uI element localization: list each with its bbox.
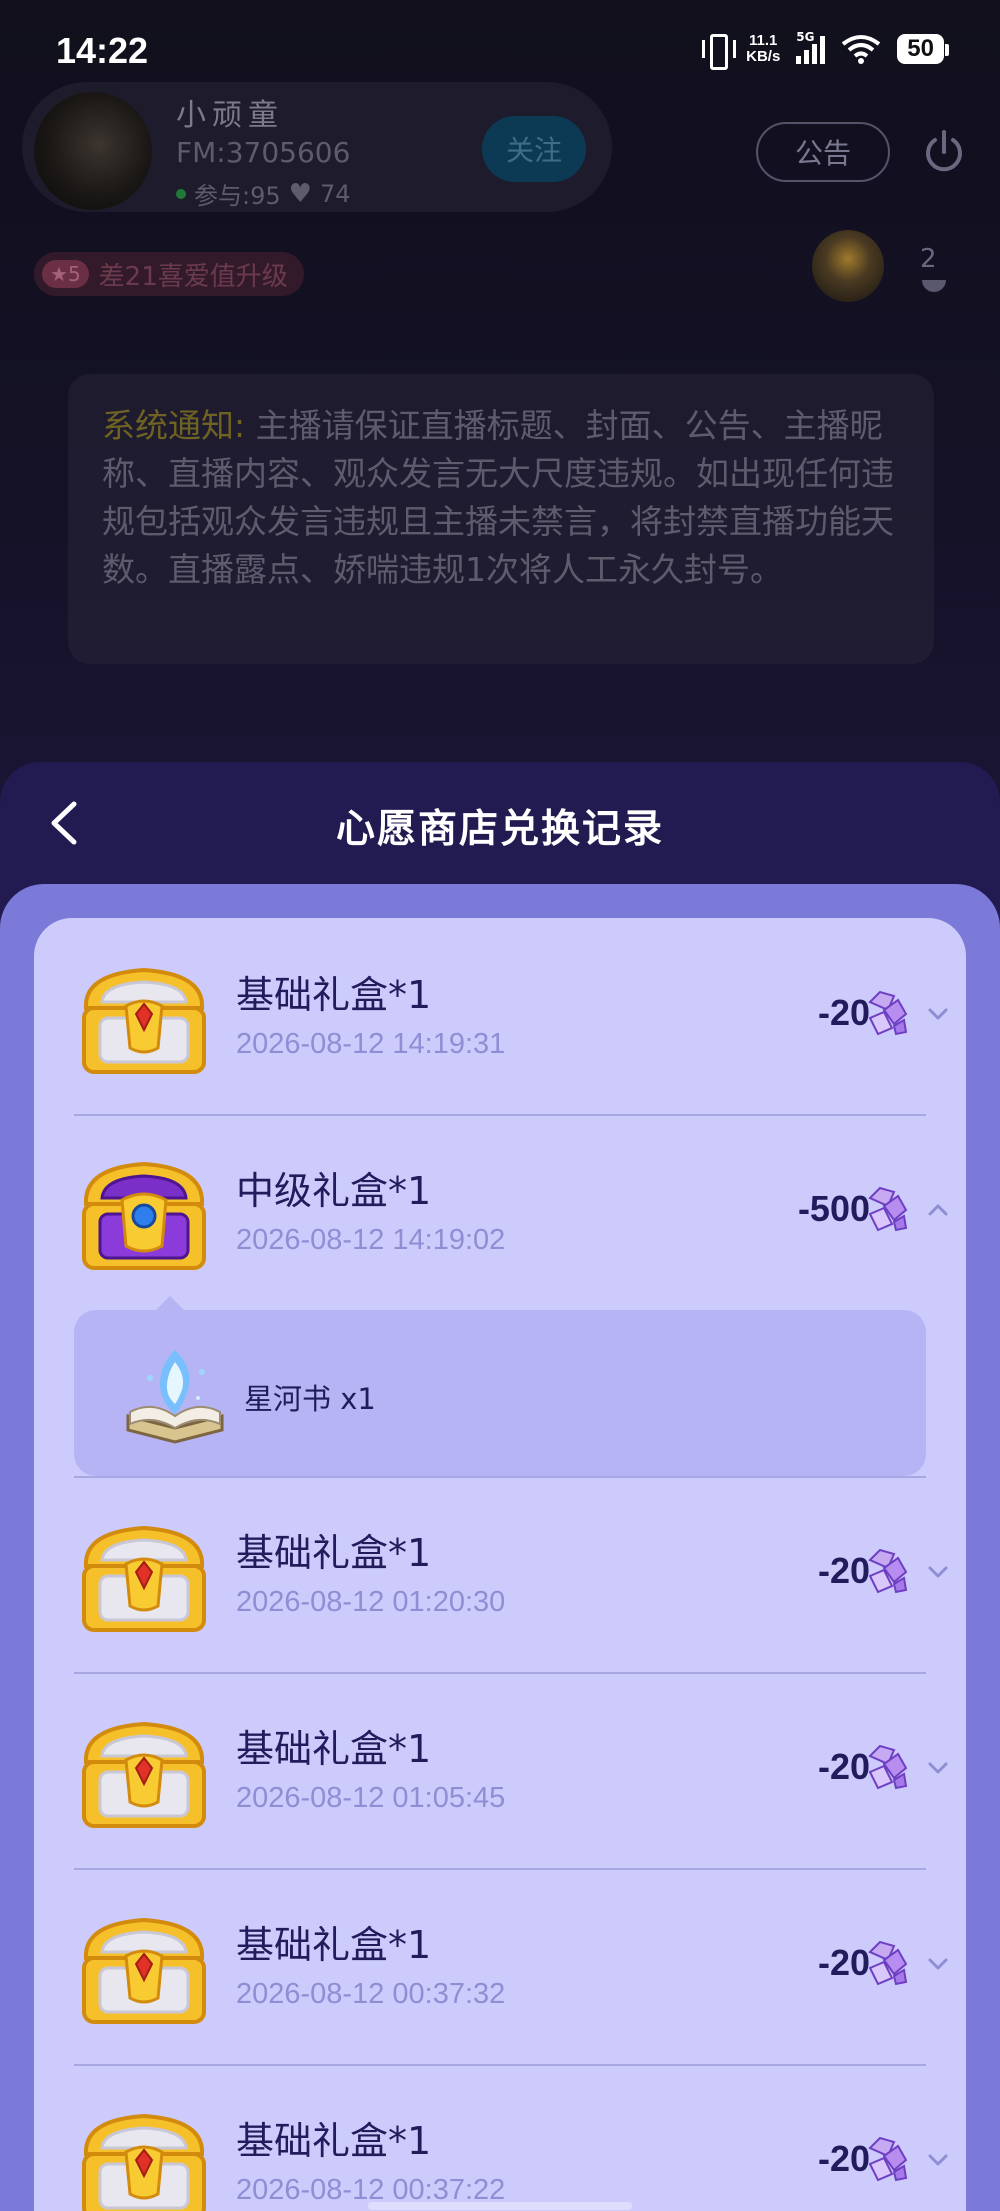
record-name: 基础礼盒*1 (236, 1531, 432, 1575)
online-dot-icon (176, 188, 186, 199)
exchange-records-sheet: 心愿商店兑换记录 基础礼盒*1 2026-08-12 14:19:31 -20 中级… (0, 762, 1000, 2211)
host-fm-id: FM:3705606 (176, 136, 351, 169)
record-time: 2026-08-12 14:19:02 (236, 1224, 506, 1256)
participants-count: 参与:95 (194, 182, 281, 210)
record-detail-panel: 星河书 x1 (74, 1296, 926, 1476)
gold-chest-icon (82, 1917, 206, 2024)
home-indicator[interactable] (368, 2202, 632, 2210)
gold-chest-icon (82, 1525, 206, 1632)
exchange-record[interactable]: 基础礼盒*1 2026-08-12 00:37:22 -20 (34, 2064, 966, 2211)
sheet-title: 心愿商店兑换记录 (335, 807, 664, 852)
record-name: 基础礼盒*1 (236, 1727, 432, 1771)
record-name: 基础礼盒*1 (236, 2119, 432, 2163)
level-number: 5 (67, 262, 81, 286)
system-notice: 系统通知: 主播请保证直播标题、封面、公告、主播昵称、直播内容、观众发言无大尺度… (68, 374, 934, 664)
signal-icon: 5G (796, 30, 826, 64)
exchange-record[interactable]: 中级礼盒*1 2026-08-12 14:19:02 -500 (34, 1114, 966, 1310)
record-name: 基础礼盒*1 (236, 973, 432, 1017)
host-name: 小顽童 (176, 98, 284, 133)
status-time: 14:22 (56, 30, 149, 71)
exchange-record[interactable]: 基础礼盒*1 2026-08-12 01:05:45 -20 (34, 1672, 966, 1868)
exchange-record[interactable]: 基础礼盒*1 2026-08-12 01:20:30 -20 (34, 1476, 966, 1672)
gold-chest-icon (82, 1721, 206, 1828)
record-cost: -20 (817, 1746, 870, 1787)
chevron-down-icon[interactable] (920, 2148, 956, 2172)
host-avatar[interactable] (34, 92, 152, 210)
battery-indicator: 50 (897, 34, 949, 64)
record-time: 2026-08-12 00:37:32 (236, 1978, 506, 2010)
record-cost: -20 (817, 1942, 870, 1983)
chevron-down-icon[interactable] (920, 1002, 956, 1026)
viewer-count[interactable]: 2 (920, 244, 937, 274)
status-icons: 11.1 KB/s 5G 50 (702, 30, 949, 70)
exchange-record[interactable]: 基础礼盒*1 2026-08-12 14:19:31 -20 (34, 918, 966, 1114)
level-pill[interactable]: ★ 5 差21喜爱值升级 (34, 252, 304, 296)
record-cost: -20 (817, 2138, 870, 2179)
viewer-avatar[interactable] (812, 230, 884, 302)
system-notice-tag: 系统通知: (102, 406, 246, 445)
record-name: 基础礼盒*1 (236, 1923, 432, 1967)
record-time: 2026-08-12 01:20:30 (236, 1586, 506, 1618)
gem-currency-icon (868, 1744, 908, 1790)
chevron-up-icon[interactable] (920, 1198, 956, 1222)
level-badge: ★ 5 (42, 260, 89, 288)
records-list[interactable]: 基础礼盒*1 2026-08-12 14:19:31 -20 中级礼盒*1 2026-… (34, 918, 966, 2211)
likes-count: 74 (319, 179, 351, 208)
host-stats: 参与:95 ♥ 74 (176, 176, 350, 211)
gem-currency-icon (868, 1186, 908, 1232)
record-cost: -20 (817, 1550, 870, 1591)
network-speed-unit: KB/s (746, 48, 781, 65)
record-time: 2026-08-12 14:19:31 (236, 1028, 506, 1060)
heart-icon: ♥ (288, 178, 312, 209)
follow-button[interactable]: 关注 (482, 116, 586, 182)
sheet-header: 心愿商店兑换记录 (0, 762, 1000, 886)
record-name: 中级礼盒*1 (236, 1169, 432, 1213)
gem-currency-icon (868, 990, 908, 1036)
network-speed: 11.1 KB/s (746, 33, 780, 65)
gold-chest-icon (82, 2113, 206, 2211)
notice-button[interactable]: 公告 (756, 122, 890, 182)
sheet-body: 基础礼盒*1 2026-08-12 14:19:31 -20 中级礼盒*1 2026-… (0, 884, 1000, 2211)
level-hint: 差21喜爱值升级 (98, 261, 288, 292)
chevron-down-icon[interactable] (920, 1952, 956, 1976)
wifi-icon (842, 35, 881, 64)
record-cost: -500 (797, 1188, 870, 1229)
chevron-down-icon[interactable] (920, 1560, 956, 1584)
power-icon[interactable] (920, 128, 968, 176)
gold-chest-icon (82, 967, 206, 1074)
record-time: 2026-08-12 01:05:45 (236, 1782, 506, 1814)
star-river-book-icon (126, 1350, 224, 1444)
chevron-down-icon[interactable] (920, 1756, 956, 1780)
network-type: 5G (796, 30, 815, 44)
exchange-record[interactable]: 基础礼盒*1 2026-08-12 00:37:32 -20 (34, 1868, 966, 2064)
record-cost: -20 (817, 992, 870, 1033)
gem-currency-icon (868, 1940, 908, 1986)
vibrate-icon (702, 32, 737, 70)
gem-currency-icon (868, 1548, 908, 1594)
network-speed-value: 11.1 (749, 32, 778, 49)
purple-chest-icon (82, 1161, 206, 1270)
gem-currency-icon (868, 2136, 908, 2182)
reward-item: 星河书 x1 (244, 1382, 376, 1416)
